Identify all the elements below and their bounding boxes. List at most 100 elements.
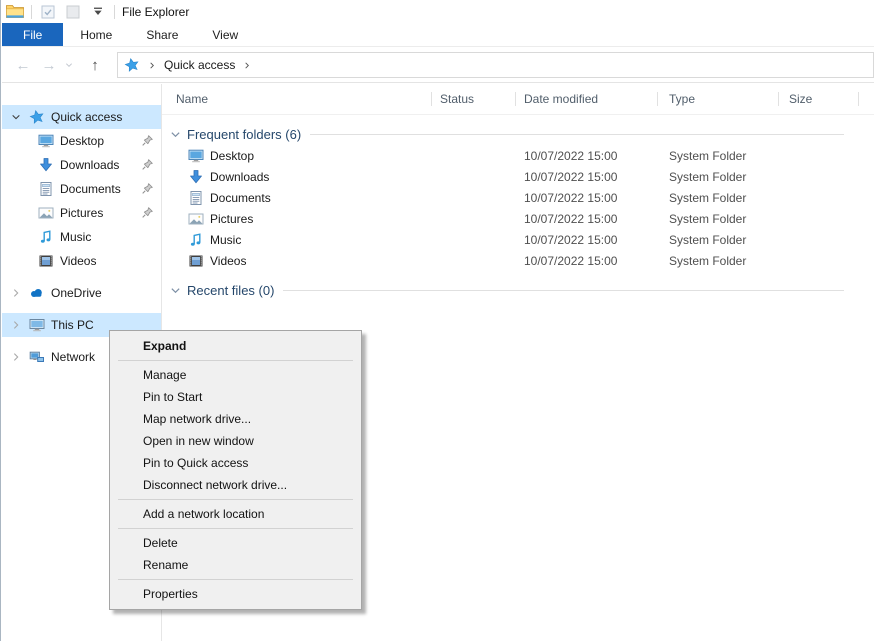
tab-file[interactable]: File [2,23,63,46]
file-type: System Folder [658,149,779,163]
pin-icon [141,158,154,171]
quick-access-star-icon [29,109,45,125]
chevron-down-icon[interactable] [10,112,22,122]
file-row-documents[interactable]: Documents10/07/2022 15:00System Folder [162,187,874,208]
file-row-music[interactable]: Music10/07/2022 15:00System Folder [162,229,874,250]
tab-home[interactable]: Home [63,23,129,46]
address-bar[interactable]: Quick access [117,52,874,78]
sidebar-item-documents[interactable]: Documents [2,177,161,201]
file-row-pictures[interactable]: Pictures10/07/2022 15:00System Folder [162,208,874,229]
sidebar-item-pictures[interactable]: Pictures [2,201,161,225]
context-menu-item-open-in-new-window[interactable]: Open in new window [110,430,361,452]
chevron-down-icon[interactable] [170,285,182,296]
file-date-modified: 10/07/2022 15:00 [516,170,658,184]
context-menu-item-rename[interactable]: Rename [110,554,361,576]
context-menu-item-properties[interactable]: Properties [110,583,361,605]
menu-separator [118,360,353,361]
this-pc-icon [29,317,45,333]
file-date-modified: 10/07/2022 15:00 [516,191,658,205]
music-icon [38,229,54,245]
back-button[interactable]: ← [10,53,36,77]
tab-share[interactable]: Share [129,23,195,46]
column-header-date-modified[interactable]: Date modified [516,84,658,114]
sidebar-item-label: Quick access [51,110,122,124]
chevron-right-icon[interactable] [10,320,22,330]
group-header-frequent-folders[interactable]: Frequent folders (6) [162,123,874,145]
properties-icon[interactable] [39,3,57,21]
sidebar-item-label: OneDrive [51,286,102,300]
breadcrumb-location[interactable]: Quick access [164,58,235,72]
menu-separator [118,528,353,529]
column-header-size[interactable]: Size [779,84,859,114]
downloads-icon [188,169,204,185]
file-date-modified: 10/07/2022 15:00 [516,254,658,268]
file-date-modified: 10/07/2022 15:00 [516,149,658,163]
tab-view[interactable]: View [195,23,255,46]
chevron-right-icon[interactable] [10,288,22,298]
breadcrumb-chevron-icon[interactable] [240,61,254,70]
chevron-right-icon[interactable] [10,352,22,362]
context-menu-item-pin-to-start[interactable]: Pin to Start [110,386,361,408]
explorer-app-icon [6,3,24,21]
column-header-label: Type [669,92,695,106]
menu-separator [118,499,353,500]
breadcrumb-chevron-icon[interactable] [145,61,159,70]
context-menu-item-map-network-drive[interactable]: Map network drive... [110,408,361,430]
file-row-downloads[interactable]: Downloads10/07/2022 15:00System Folder [162,166,874,187]
context-menu-item-pin-to-quick-access[interactable]: Pin to Quick access [110,452,361,474]
sidebar-item-label: Downloads [60,158,119,172]
context-menu-item-manage[interactable]: Manage [110,364,361,386]
sidebar-item-label: Music [60,230,91,244]
sidebar-item-downloads[interactable]: Downloads [2,153,161,177]
window-title: File Explorer [122,5,189,19]
context-menu: Expand ManagePin to StartMap network driv… [109,330,362,610]
sidebar-item-desktop[interactable]: Desktop [2,129,161,153]
music-icon [188,232,204,248]
titlebar-divider [114,5,115,19]
sidebar-item-onedrive[interactable]: OneDrive [2,281,161,305]
new-folder-icon[interactable] [64,3,82,21]
customize-qat-icon[interactable] [89,3,107,21]
downloads-icon [38,157,54,173]
context-menu-item-delete[interactable]: Delete [110,532,361,554]
file-type: System Folder [658,254,779,268]
file-type: System Folder [658,170,779,184]
pin-icon [141,206,154,219]
file-name: Desktop [210,149,254,163]
context-menu-item-expand[interactable]: Expand [110,335,361,357]
ribbon-tab-strip: FileHomeShareView [2,23,874,47]
column-header-type[interactable]: Type [658,84,779,114]
file-type: System Folder [658,191,779,205]
up-button[interactable]: ↑ [82,53,108,77]
context-menu-item-add-a-network-location[interactable]: Add a network location [110,503,361,525]
file-row-videos[interactable]: Videos 10/07/2022 15:00System Folder [162,250,874,271]
column-header-name[interactable]: Name [162,84,432,114]
desktop-icon [38,133,54,149]
sidebar-item-label: This PC [51,318,94,332]
sidebar-item-label: Desktop [60,134,104,148]
column-header-label: Date modified [524,92,598,106]
pictures-icon [38,205,54,221]
column-header-status[interactable]: Status [432,84,516,114]
sidebar-item-videos[interactable]: Videos [2,249,161,273]
group-header-rule [283,290,844,291]
sidebar-item-label: Pictures [60,206,103,220]
menu-separator [118,579,353,580]
sidebar-item-quick-access[interactable]: Quick access [2,105,161,129]
recent-locations-dropdown-icon[interactable] [62,61,76,69]
navigation-bar: ← → ↑ Quick access [2,48,874,83]
videos-icon [38,253,54,269]
file-row-desktop[interactable]: Desktop 10/07/2022 15:00System Folder [162,145,874,166]
context-menu-item-disconnect-network-drive[interactable]: Disconnect network drive... [110,474,361,496]
forward-button[interactable]: → [36,53,62,77]
pin-icon [141,182,154,195]
quick-access-star-icon [124,57,140,73]
documents-icon [188,190,204,206]
chevron-down-icon[interactable] [170,129,182,140]
file-name: Pictures [210,212,253,226]
file-type: System Folder [658,233,779,247]
sidebar-item-music[interactable]: Music [2,225,161,249]
file-name: Music [210,233,241,247]
group-header-recent-files[interactable]: Recent files (0) [162,279,874,301]
file-name: Videos [210,254,246,268]
